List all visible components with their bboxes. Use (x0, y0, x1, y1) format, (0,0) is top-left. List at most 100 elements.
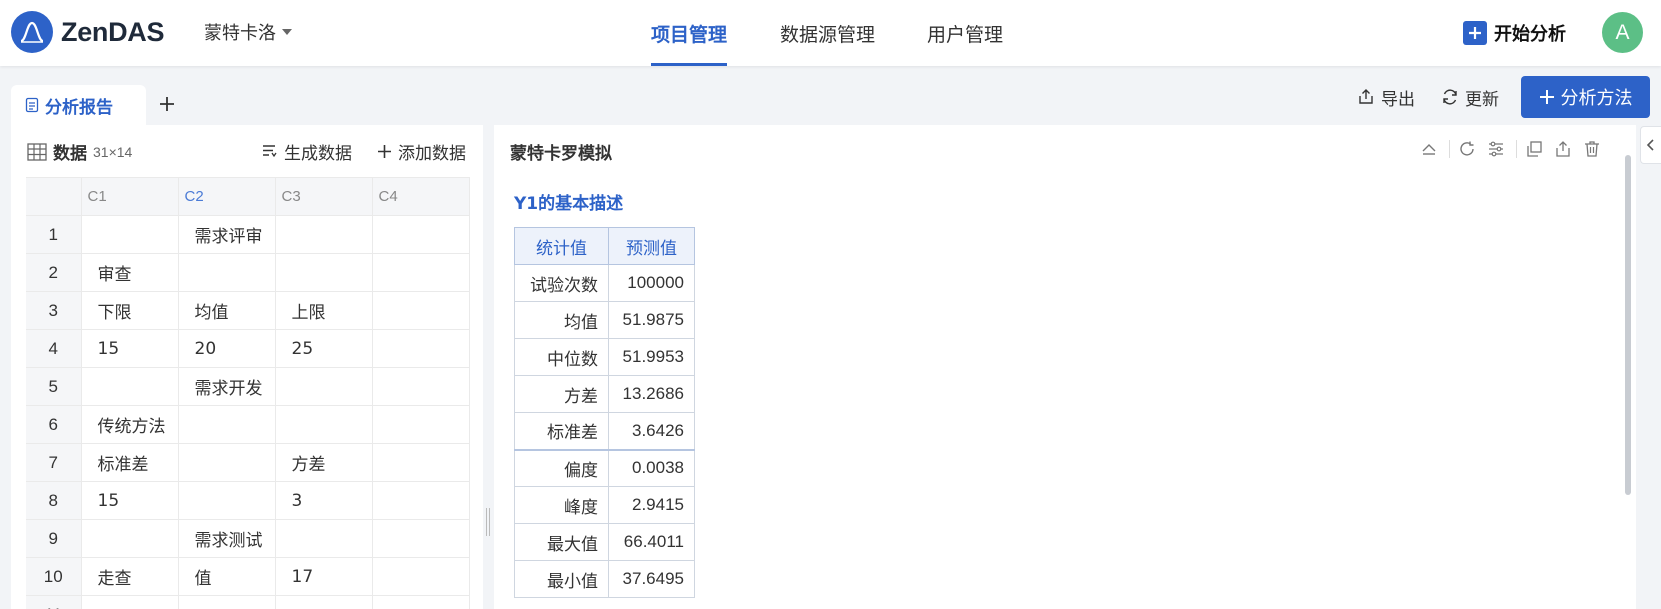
grid-cell[interactable]: 15 (81, 481, 179, 520)
grid-cell[interactable]: 走查 (81, 557, 179, 596)
nav-datasources-label: 数据源管理 (780, 23, 876, 46)
export-button[interactable]: 导出 (1357, 84, 1415, 110)
statistic-label: 偏度 (514, 448, 609, 487)
grid-cell[interactable] (372, 329, 470, 368)
grid-cell[interactable]: 标准差 (81, 443, 179, 482)
grid-cell[interactable] (372, 519, 470, 558)
row-number[interactable]: 2 (26, 253, 82, 292)
refresh-icon[interactable] (1456, 138, 1478, 160)
grid-cell[interactable] (178, 443, 276, 482)
grid-cell[interactable] (372, 253, 470, 292)
project-selector[interactable]: 蒙特卡洛 (204, 19, 292, 45)
app-logo[interactable]: ZenDAS (11, 11, 165, 53)
start-analysis-button[interactable]: 开始分析 (1463, 19, 1566, 47)
grid-cell[interactable]: 需求测试 (178, 519, 276, 558)
row-number[interactable]: 10 (26, 557, 82, 596)
add-tab-icon[interactable] (156, 93, 178, 115)
collapse-panel-button[interactable] (1640, 126, 1661, 164)
tab-report[interactable]: 分析报告 (11, 85, 146, 125)
row-number[interactable]: 11 (26, 595, 82, 609)
add-method-label: 分析方法 (1560, 88, 1633, 109)
grid-cell[interactable] (372, 481, 470, 520)
grid-cell[interactable]: 3 (275, 481, 373, 520)
grid-corner[interactable] (26, 177, 82, 216)
grid-cell[interactable]: 25 (275, 329, 373, 368)
grid-cell[interactable]: 均值 (178, 291, 276, 330)
grid-cell[interactable] (178, 481, 276, 520)
column-header[interactable]: C4 (372, 177, 470, 216)
grid-cell[interactable] (372, 215, 470, 254)
grid-cell[interactable]: 20 (178, 329, 276, 368)
row-number[interactable]: 4 (26, 329, 82, 368)
grid-cell[interactable] (372, 557, 470, 596)
column-header[interactable]: C1 (81, 177, 179, 216)
statistic-value: 2.9415 (608, 486, 695, 524)
nav-projects[interactable]: 项目管理 (651, 0, 728, 66)
toolbar-divider (1516, 140, 1517, 158)
chevron-left-icon (1646, 139, 1654, 151)
grid-cell[interactable] (81, 367, 179, 406)
grid-cell[interactable] (275, 405, 373, 444)
grid-cell[interactable] (178, 253, 276, 292)
nav-datasources[interactable]: 数据源管理 (780, 0, 875, 66)
grid-cell[interactable]: 值 (178, 557, 276, 596)
row-number[interactable]: 9 (26, 519, 82, 558)
grid-cell[interactable] (275, 215, 373, 254)
grid-cell[interactable]: 15 (81, 329, 179, 368)
vertical-scrollbar[interactable] (1625, 155, 1631, 495)
grid-cell[interactable] (275, 595, 373, 609)
statistic-value: 13.2686 (608, 375, 695, 413)
row-number[interactable]: 7 (26, 443, 82, 482)
statistic-label: 方差 (514, 375, 609, 413)
delete-icon[interactable] (1581, 138, 1603, 160)
grid-cell[interactable] (275, 367, 373, 406)
statistics-row: 方差 13.2686 (514, 375, 695, 413)
row-number[interactable]: 5 (26, 367, 82, 406)
column-header[interactable]: C3 (275, 177, 373, 216)
statistics-row: 最大值 66.4011 (514, 523, 695, 561)
grid-cell[interactable] (81, 519, 179, 558)
table-row: 4 15 20 25 (26, 329, 470, 368)
grid-cell[interactable]: 17 (275, 557, 373, 596)
row-number[interactable]: 1 (26, 215, 82, 254)
column-header[interactable]: C2 (178, 177, 276, 216)
grid-cell[interactable] (372, 595, 470, 609)
table-icon (27, 142, 47, 161)
grid-cell[interactable]: 方差 (275, 443, 373, 482)
generate-data-button[interactable]: 生成数据 (261, 139, 352, 164)
nav-users[interactable]: 用户管理 (927, 0, 1003, 66)
row-number[interactable]: 8 (26, 481, 82, 520)
grid-cell[interactable]: 上限 (275, 291, 373, 330)
add-analysis-method-button[interactable]: 分析方法 (1521, 76, 1650, 118)
grid-cell[interactable] (275, 253, 373, 292)
collapse-up-icon[interactable] (1418, 138, 1440, 160)
statistics-row: 最小值 37.6495 (514, 560, 695, 598)
grid-cell[interactable] (275, 519, 373, 558)
add-data-button[interactable]: 添加数据 (377, 139, 466, 164)
row-number[interactable]: 6 (26, 405, 82, 444)
statistic-value: 37.6495 (608, 560, 695, 598)
settings-sliders-icon[interactable] (1485, 138, 1507, 160)
statistic-label: 最大值 (514, 523, 609, 561)
grid-cell[interactable]: 需求评审 (178, 215, 276, 254)
panel-resize-handle[interactable] (486, 508, 490, 536)
refresh-button[interactable]: 更新 (1441, 84, 1499, 110)
grid-cell[interactable] (372, 291, 470, 330)
grid-cell[interactable] (81, 595, 179, 609)
grid-cell[interactable]: 传统方法 (81, 405, 179, 444)
avatar[interactable]: A (1602, 12, 1643, 53)
grid-cell[interactable] (372, 405, 470, 444)
share-icon[interactable] (1552, 138, 1574, 160)
grid-cell[interactable] (178, 595, 276, 609)
grid-cell[interactable] (178, 405, 276, 444)
table-row: 3 下限 均值 上限 (26, 291, 470, 330)
grid-cell[interactable]: 需求开发 (178, 367, 276, 406)
row-number[interactable]: 3 (26, 291, 82, 330)
grid-cell[interactable]: 审查 (81, 253, 179, 292)
grid-cell[interactable]: 下限 (81, 291, 179, 330)
statistics-row: 均值 51.9875 (514, 301, 695, 339)
grid-cell[interactable] (372, 367, 470, 406)
copy-icon[interactable] (1523, 138, 1545, 160)
grid-cell[interactable] (372, 443, 470, 482)
grid-cell[interactable] (81, 215, 179, 254)
